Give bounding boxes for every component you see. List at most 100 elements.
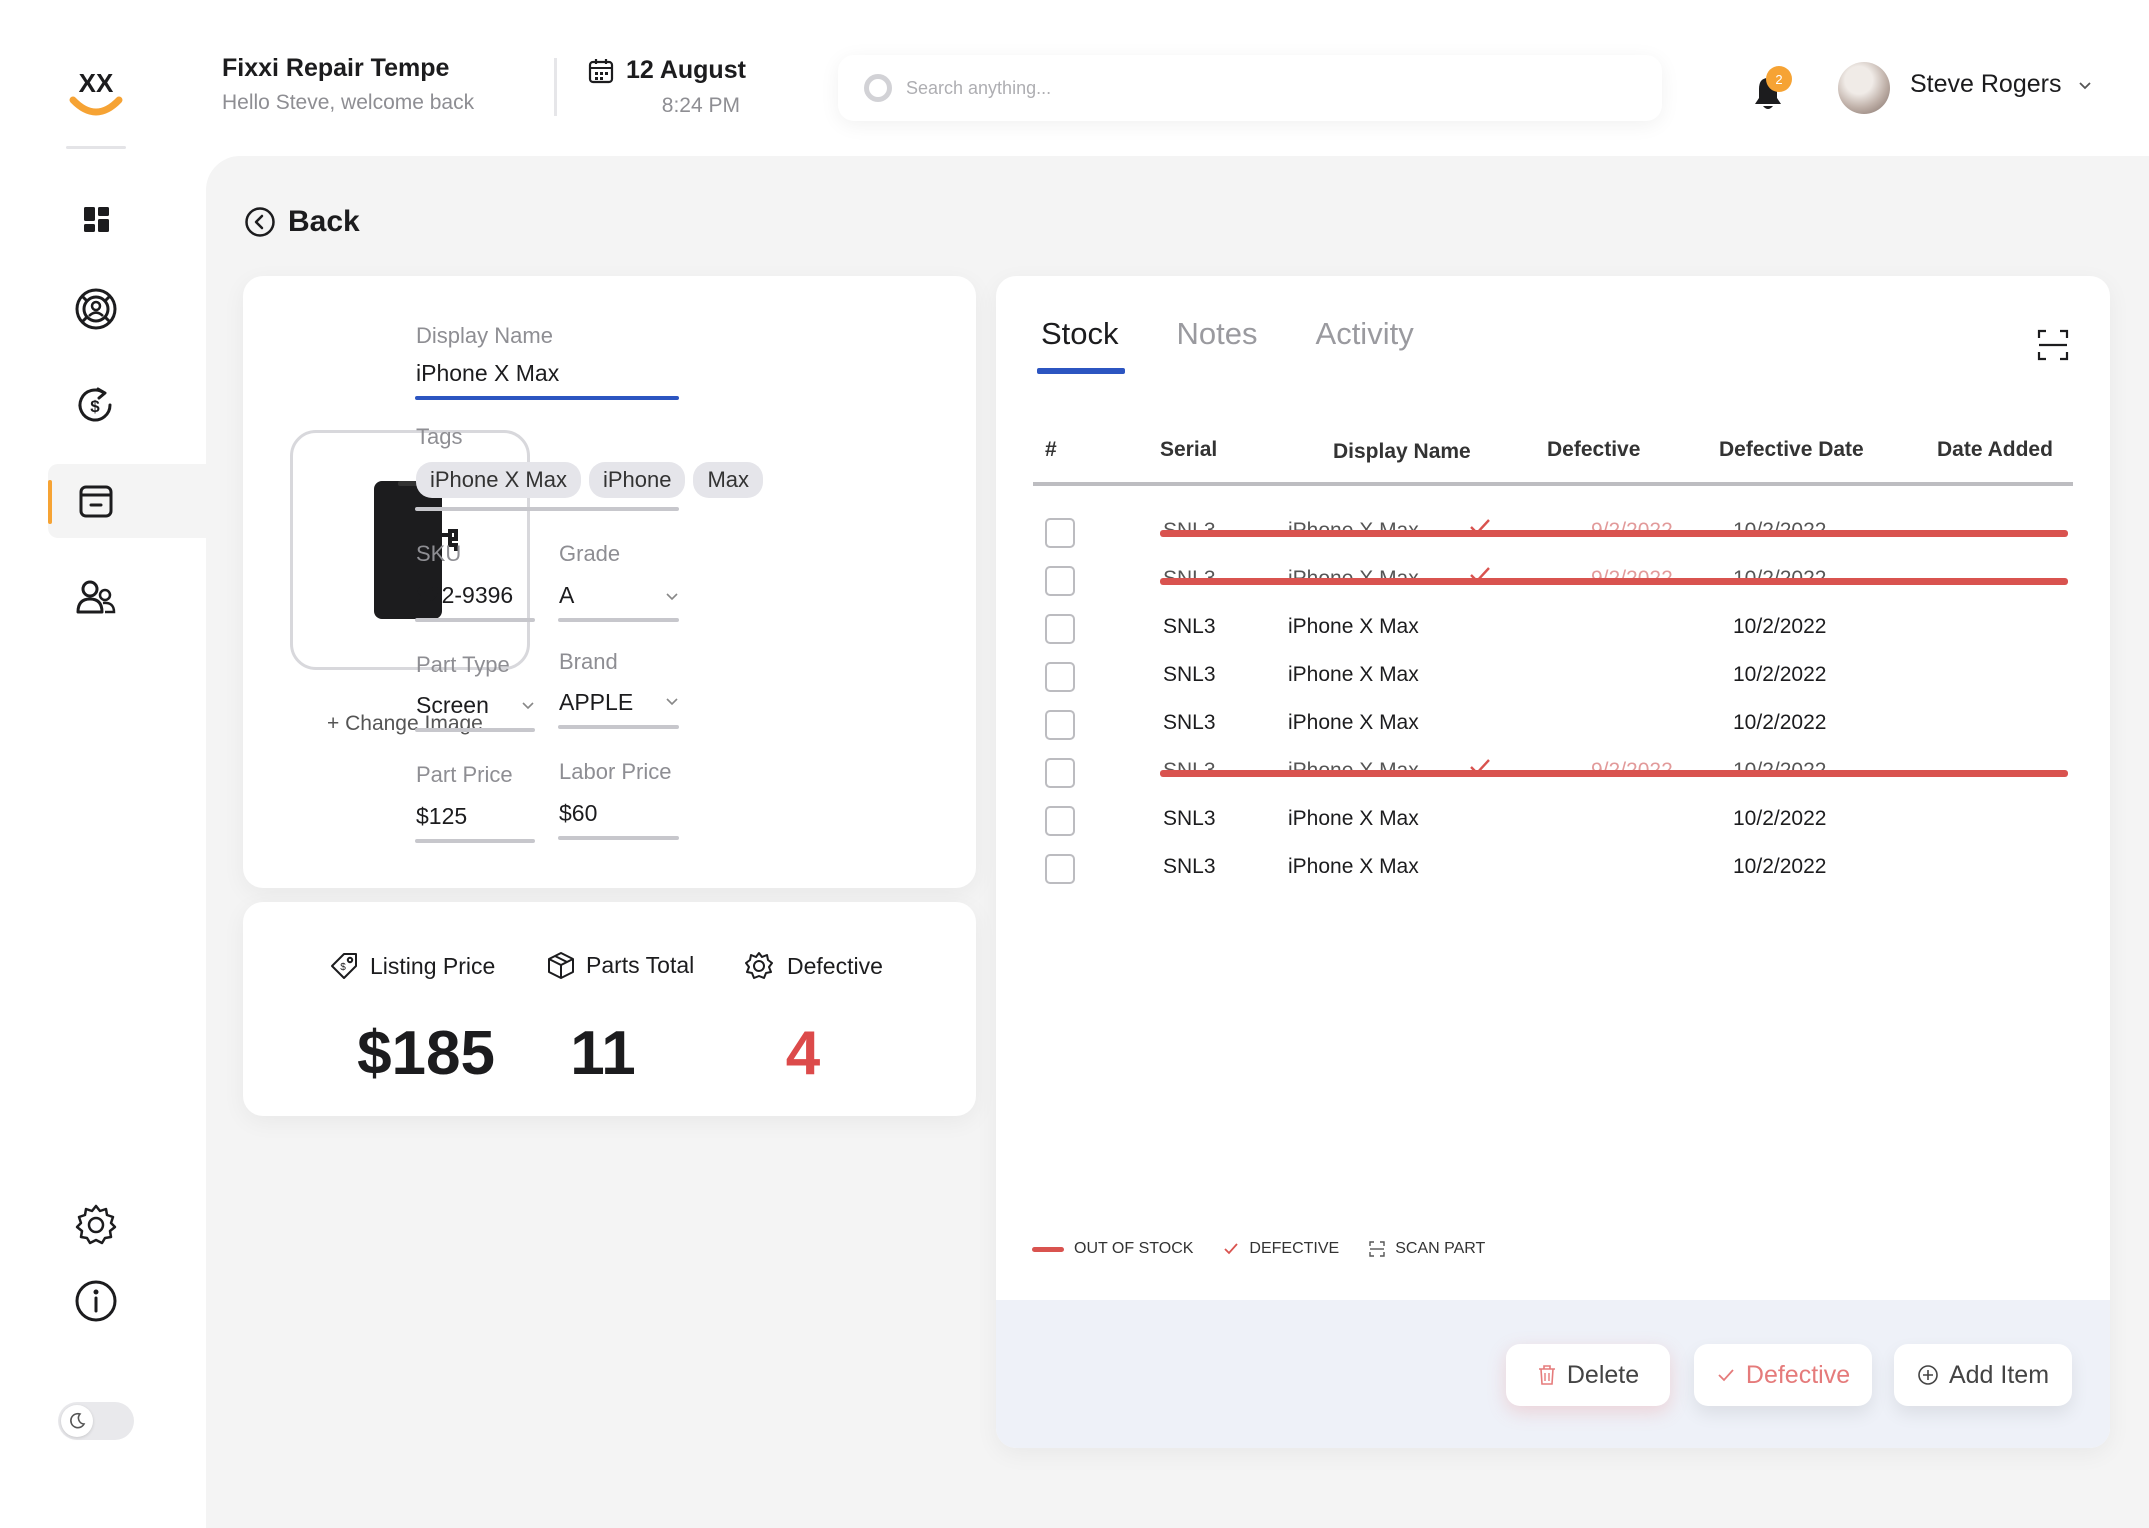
grade-underline bbox=[558, 618, 679, 622]
serial-cell: SNL3 bbox=[1163, 855, 1216, 878]
gear-check-icon bbox=[745, 952, 773, 979]
stats-card: $ Listing Price $185 Parts Total 11 Defe… bbox=[243, 902, 976, 1116]
svg-text:$: $ bbox=[340, 962, 346, 973]
legend: OUT OF STOCK DEFECTIVE SCAN PART bbox=[1032, 1240, 1485, 1258]
add-item-button[interactable]: Add Item bbox=[1894, 1344, 2072, 1406]
defective-label: Defective bbox=[787, 952, 883, 979]
tag-chip[interactable]: iPhone X Max bbox=[416, 462, 581, 498]
sidebar-item-sales[interactable]: $ bbox=[48, 368, 206, 442]
back-button[interactable]: Back bbox=[244, 205, 360, 239]
sidebar-item-customers[interactable] bbox=[48, 560, 206, 634]
legend-defective: DEFECTIVE bbox=[1223, 1240, 1339, 1258]
sku-underline bbox=[415, 618, 535, 622]
sidebar-item-dashboard[interactable] bbox=[48, 182, 206, 256]
mark-defective-button[interactable]: Defective bbox=[1694, 1344, 1872, 1406]
avatar[interactable] bbox=[1838, 62, 1890, 114]
date-added-cell: 10/2/2022 bbox=[1733, 855, 1827, 878]
trash-icon bbox=[1538, 1365, 1555, 1385]
sidebar-item-repairs[interactable] bbox=[48, 272, 206, 346]
search-bar[interactable] bbox=[838, 55, 1662, 121]
chevron-down-icon bbox=[666, 698, 678, 706]
labor-price-field[interactable]: $60 bbox=[559, 800, 597, 827]
tags-label: Tags bbox=[416, 424, 463, 449]
check-icon bbox=[1224, 1243, 1239, 1255]
add-item-label: Add Item bbox=[1948, 1360, 2050, 1389]
row-checkbox[interactable] bbox=[1045, 854, 1075, 884]
package-icon bbox=[548, 952, 574, 979]
tags-list[interactable]: iPhone X Max iPhone Max bbox=[416, 462, 764, 498]
defective-button-label: Defective bbox=[1745, 1360, 1851, 1389]
row-checkbox[interactable] bbox=[1045, 710, 1075, 740]
labor-price-label: Labor Price bbox=[559, 759, 672, 784]
sidebar: XX $ bbox=[0, 0, 206, 1528]
dollar-refresh-icon: $ bbox=[78, 387, 112, 422]
user-name: Steve Rogers bbox=[1910, 70, 2062, 98]
legend-label: OUT OF STOCK bbox=[1074, 1240, 1194, 1257]
chevron-down-icon bbox=[522, 702, 534, 710]
calendar-icon bbox=[588, 58, 614, 83]
sku-label: SKU bbox=[416, 541, 462, 566]
chevron-down-icon bbox=[666, 593, 678, 601]
legend-label: DEFECTIVE bbox=[1249, 1240, 1340, 1257]
column-header[interactable]: Display Name bbox=[1333, 440, 1471, 464]
date-display: 12 August 8:24 PM bbox=[588, 56, 748, 117]
shop-name: Fixxi Repair Tempe bbox=[222, 54, 450, 82]
dark-mode-toggle[interactable] bbox=[58, 1402, 134, 1440]
app-frame: XX $ Fixxi Repair Tempe Hello Steve, wel… bbox=[0, 0, 2149, 1528]
tab-stock[interactable]: Stock bbox=[1037, 316, 1125, 374]
column-header[interactable]: Serial bbox=[1160, 438, 1217, 462]
back-label: Back bbox=[288, 205, 360, 238]
user-menu[interactable]: Steve Rogers bbox=[1910, 70, 2093, 99]
table-row[interactable]: SNL3 iPhone X Max 10/2/2022 bbox=[1033, 836, 2073, 902]
display-name-cell: iPhone X Max bbox=[1288, 807, 1419, 830]
notification-badge: 2 bbox=[1766, 66, 1792, 92]
header-divider bbox=[554, 58, 557, 116]
tag-chip[interactable]: Max bbox=[693, 462, 764, 498]
part-price-field[interactable]: $125 bbox=[416, 803, 467, 830]
search-input[interactable] bbox=[906, 77, 1606, 99]
display-name-cell: iPhone X Max bbox=[1288, 615, 1419, 638]
fixxi-logo[interactable]: XX bbox=[65, 66, 127, 124]
delete-button[interactable]: Delete bbox=[1506, 1344, 1670, 1406]
column-header[interactable]: Date Added bbox=[1937, 438, 2053, 462]
column-header[interactable]: Defective Date bbox=[1719, 438, 1864, 462]
delete-label: Delete bbox=[1566, 1360, 1640, 1389]
time-text: 8:24 PM bbox=[661, 94, 740, 117]
row-checkbox[interactable] bbox=[1045, 662, 1075, 692]
svg-text:$: $ bbox=[90, 397, 100, 416]
row-checkbox[interactable] bbox=[1045, 518, 1075, 548]
lifebuoy-icon bbox=[75, 288, 117, 330]
listing-price-value: $185 bbox=[357, 1019, 495, 1088]
part-price-underline bbox=[415, 839, 535, 843]
display-name-field[interactable]: iPhone X Max bbox=[416, 360, 559, 387]
listing-price-label: Listing Price bbox=[370, 952, 496, 979]
tab-activity[interactable]: Activity bbox=[1316, 316, 1414, 366]
brand-select[interactable]: APPLE bbox=[559, 689, 633, 716]
row-checkbox[interactable] bbox=[1045, 614, 1075, 644]
sidebar-item-settings[interactable] bbox=[48, 1188, 206, 1262]
sidebar-item-info[interactable] bbox=[48, 1264, 206, 1338]
back-arrow-icon bbox=[245, 207, 275, 237]
date-added-cell: 10/2/2022 bbox=[1733, 711, 1827, 734]
date-text: 12 August bbox=[626, 56, 746, 84]
logo-text: XX bbox=[79, 68, 114, 98]
sidebar-item-inventory[interactable] bbox=[48, 464, 206, 538]
tab-notes[interactable]: Notes bbox=[1177, 316, 1258, 366]
row-checkbox[interactable] bbox=[1045, 758, 1075, 788]
labor-price-underline bbox=[558, 836, 679, 840]
out-of-stock-swatch bbox=[1032, 1246, 1064, 1252]
sku-field[interactable]: 822-9396 bbox=[416, 582, 513, 609]
chevron-down-icon bbox=[2079, 81, 2092, 89]
row-checkbox[interactable] bbox=[1045, 806, 1075, 836]
box-icon bbox=[79, 485, 113, 518]
part-type-select[interactable]: Screen bbox=[416, 692, 489, 719]
welcome-text: Hello Steve, welcome back bbox=[222, 91, 475, 114]
plus-circle-icon bbox=[1918, 1365, 1938, 1385]
column-header[interactable]: Defective bbox=[1547, 438, 1640, 462]
scan-icon[interactable] bbox=[2036, 328, 2070, 362]
tag-chip[interactable]: iPhone bbox=[588, 462, 686, 498]
part-detail-card: + Change Image Display Name iPhone X Max… bbox=[243, 276, 976, 888]
part-price-label: Part Price bbox=[416, 762, 513, 787]
row-checkbox[interactable] bbox=[1045, 566, 1075, 596]
grade-select[interactable]: A bbox=[559, 582, 574, 609]
